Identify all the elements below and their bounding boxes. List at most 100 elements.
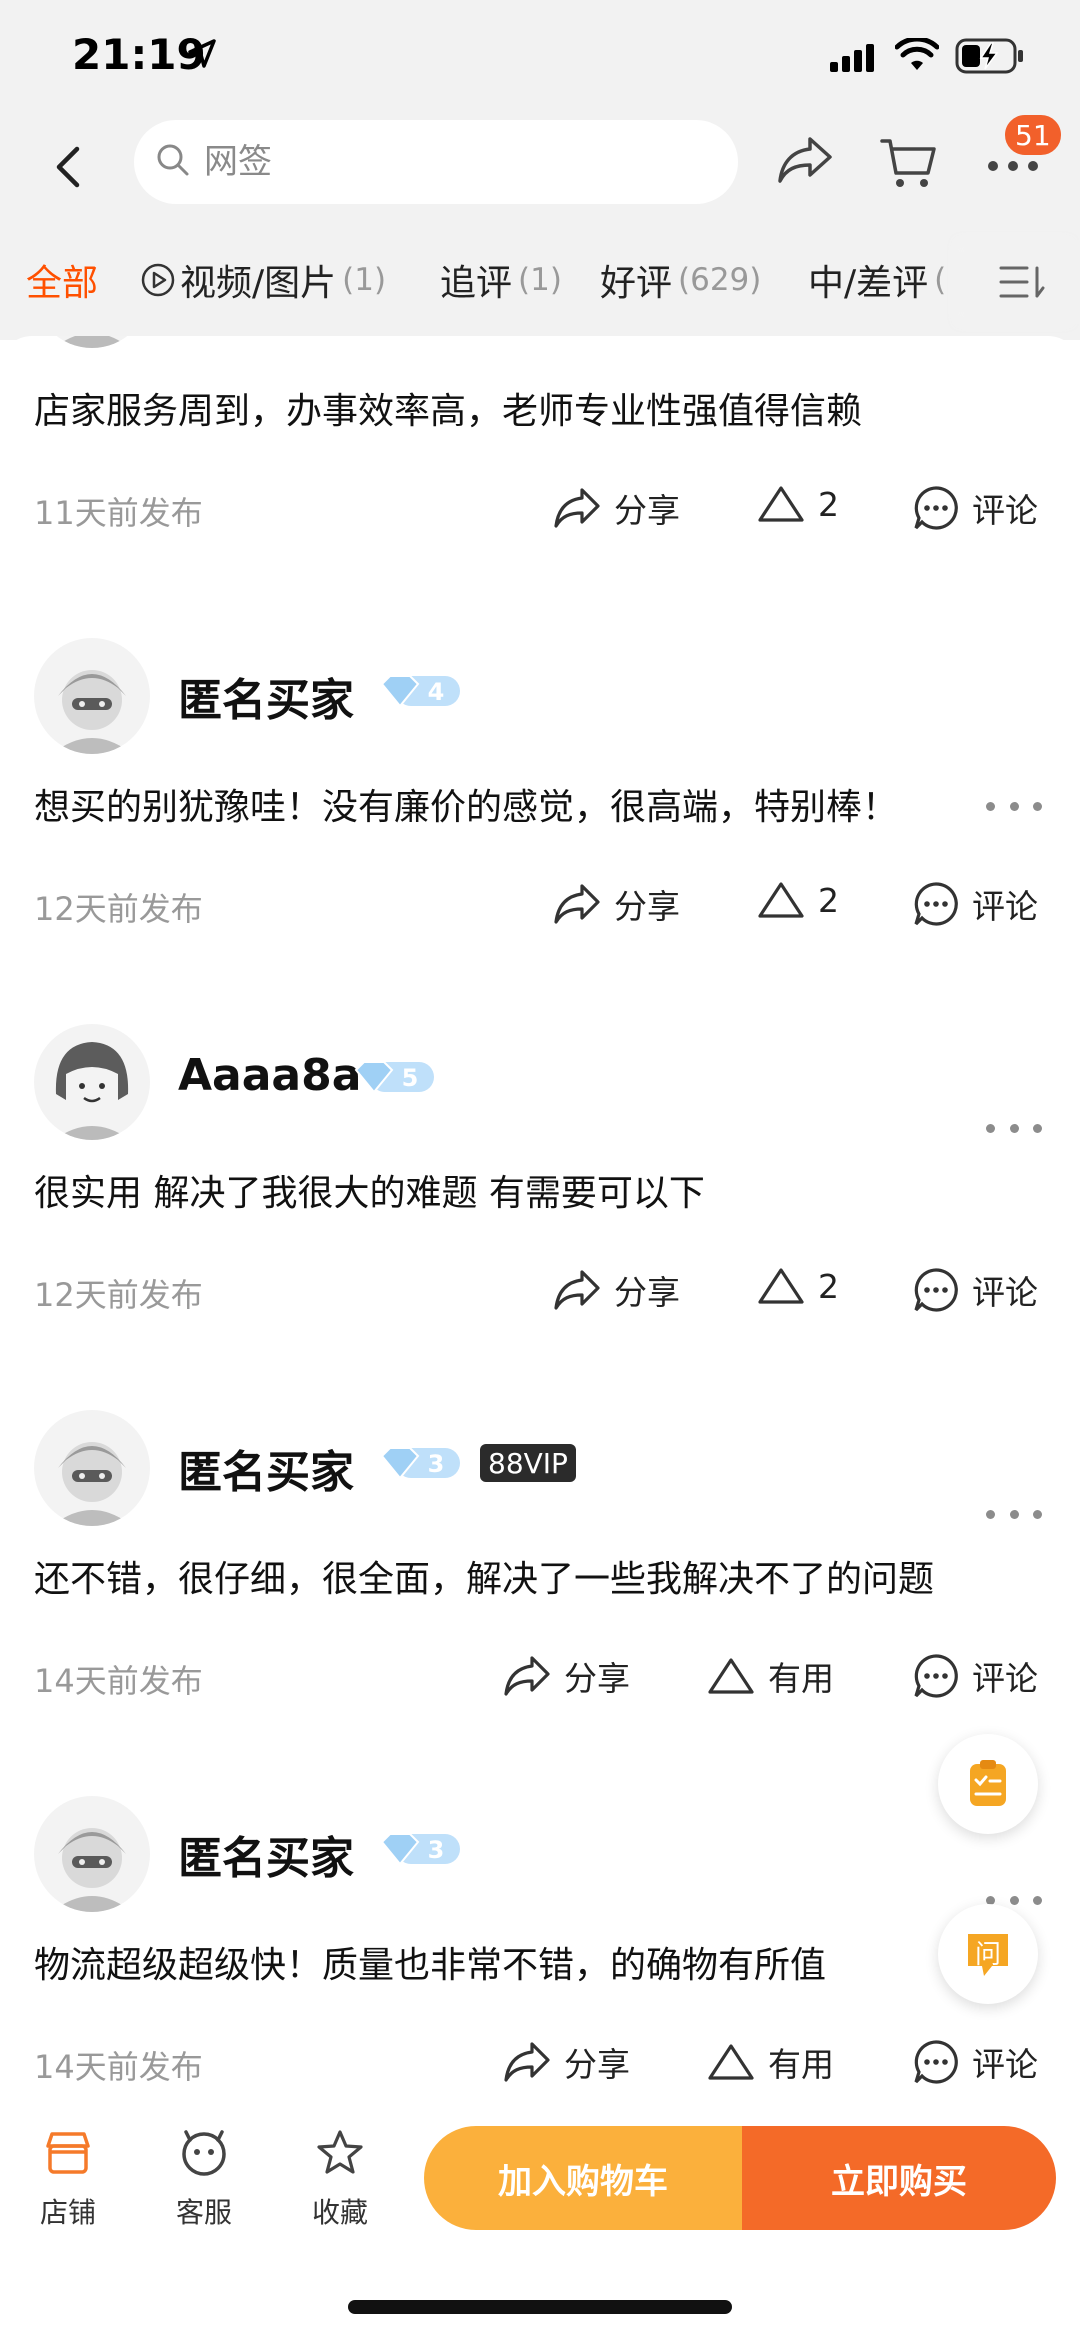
svg-text:3: 3 — [428, 1450, 445, 1478]
reviewer-name: 匿名买家 — [178, 675, 354, 726]
review-text: 物流超级超级快！质量也非常不错，的确物有所值 — [34, 1945, 827, 1986]
tab-neutral-negative[interactable]: 中/差评 ( — [808, 254, 946, 306]
review-more-button[interactable] — [986, 1118, 1042, 1138]
favorite-label: 收藏 — [311, 2196, 368, 2229]
triangle-up-icon — [758, 882, 804, 918]
review-text: 很实用 解决了我很大的难题 有需要可以下 — [34, 1173, 705, 1214]
svg-text:4: 4 — [428, 678, 445, 706]
comment-icon — [914, 1268, 958, 1312]
comment-icon — [914, 1654, 958, 1698]
review-filter-tabs: 全部 视频/图片 (1) 追评 (1) 好评 (629) 中/差评 ( — [0, 240, 1080, 324]
message-count-badge: 51 — [1002, 112, 1064, 158]
shop-button[interactable]: 店铺 — [18, 2128, 118, 2231]
svg-text:5: 5 — [402, 1064, 419, 1092]
comment-button[interactable]: 评论 — [912, 1266, 1038, 1314]
reviewer-name: 匿名买家 — [178, 1447, 354, 1498]
tab-video-image[interactable]: 视频/图片 (1) — [140, 254, 386, 306]
avatar — [34, 1024, 150, 1140]
tab-all[interactable]: 全部 — [26, 254, 98, 306]
filter-list-icon — [999, 266, 1045, 298]
status-bar: 21:19 — [0, 0, 1080, 120]
diamond-icon: 3 — [380, 1447, 460, 1480]
location-arrow-icon — [186, 38, 218, 74]
share-button[interactable] — [776, 135, 834, 189]
review-text: 想买的别犹豫哇！没有廉价的感觉，很高端，特别棒！ — [34, 787, 899, 828]
useful-button[interactable]: 有用 — [706, 2038, 834, 2086]
review-text: 还不错，很仔细，很全面，解决了一些我解决不了的问题 — [34, 1559, 935, 1600]
shop-label: 店铺 — [39, 2196, 96, 2229]
shop-icon — [46, 2132, 90, 2174]
review-more-button[interactable] — [986, 1504, 1042, 1524]
star-icon — [317, 2130, 363, 2174]
cellular-signal-icon — [830, 44, 876, 76]
share-button[interactable]: 分享 — [552, 1266, 680, 1314]
buy-now-button[interactable]: 立即购买 — [742, 2126, 1056, 2230]
useful-button[interactable]: 有用 — [706, 1652, 834, 1700]
tab-positive[interactable]: 好评 (629) — [600, 254, 761, 306]
reviewer-name: Aaaa8a — [178, 1050, 362, 1101]
comment-icon — [914, 486, 958, 530]
review-date: 14天前发布 — [34, 2048, 203, 2086]
review-list: 店家服务周到，办事效率高，老师专业性强值得信赖 11天前发布 分享 2 评论 匿… — [0, 336, 1080, 2108]
favorite-button[interactable]: 收藏 — [290, 2128, 390, 2231]
search-box[interactable] — [134, 120, 738, 204]
home-indicator — [348, 2300, 732, 2314]
review-text: 店家服务周到，办事效率高，老师专业性强值得信赖 — [34, 391, 863, 432]
customer-service-button[interactable]: 客服 — [154, 2128, 254, 2231]
triangle-up-icon — [758, 486, 804, 522]
ask-question-float-button[interactable]: 问 — [938, 1904, 1038, 2004]
review-date: 12天前发布 — [34, 1276, 203, 1314]
member-level-badge: 5 — [352, 1058, 436, 1096]
diamond-icon: 3 — [380, 1833, 460, 1866]
checklist-float-button[interactable] — [938, 1734, 1038, 1834]
avatar — [34, 638, 150, 754]
filter-menu-button[interactable] — [964, 240, 1080, 324]
triangle-up-icon — [758, 1268, 804, 1304]
back-button[interactable] — [40, 135, 96, 199]
member-level-badge: 3 — [378, 1444, 462, 1482]
share-button[interactable]: 分享 — [552, 484, 680, 532]
share-icon — [778, 137, 832, 183]
comment-button[interactable]: 评论 — [912, 2038, 1038, 2086]
svg-text:3: 3 — [428, 1836, 445, 1864]
share-icon — [554, 884, 600, 924]
tab-follow-up[interactable]: 追评 (1) — [440, 254, 562, 306]
cart-icon — [880, 139, 936, 187]
useful-button[interactable]: 2 — [756, 484, 839, 524]
comment-button[interactable]: 评论 — [912, 880, 1038, 928]
share-button[interactable]: 分享 — [502, 1652, 630, 1700]
customer-service-icon — [182, 2130, 226, 2176]
customer-service-label: 客服 — [175, 2196, 232, 2229]
useful-button[interactable]: 2 — [756, 1266, 839, 1306]
review-date: 14天前发布 — [34, 1662, 203, 1700]
share-icon — [554, 1270, 600, 1310]
avatar — [34, 1410, 150, 1526]
useful-button[interactable]: 2 — [756, 880, 839, 920]
review-date: 12天前发布 — [34, 890, 203, 928]
checklist-icon — [970, 1760, 1006, 1806]
member-level-badge: 3 — [378, 1830, 462, 1868]
share-button[interactable]: 分享 — [552, 880, 680, 928]
reviewer-name: 匿名买家 — [178, 1833, 354, 1884]
review-more-button[interactable] — [986, 796, 1042, 816]
vip-badge: 88VIP — [480, 1444, 576, 1482]
battery-charging-icon — [955, 38, 1025, 78]
share-button[interactable]: 分享 — [502, 2038, 630, 2086]
play-circle-icon — [141, 263, 175, 297]
share-icon — [504, 2042, 550, 2082]
cart-button[interactable] — [880, 135, 938, 195]
comment-button[interactable]: 评论 — [912, 1652, 1038, 1700]
member-level-badge: 4 — [378, 672, 462, 710]
avatar — [34, 1796, 150, 1912]
triangle-up-icon — [708, 2044, 754, 2080]
wifi-icon — [894, 36, 940, 76]
diamond-icon: 5 — [354, 1061, 434, 1094]
comment-button[interactable]: 评论 — [912, 484, 1038, 532]
comment-icon — [914, 2040, 958, 2084]
search-input[interactable] — [204, 142, 684, 182]
share-icon — [554, 488, 600, 528]
chevron-left-icon — [56, 146, 80, 188]
avatar — [34, 336, 150, 348]
add-to-cart-button[interactable]: 加入购物车 — [424, 2126, 742, 2230]
review-date: 11天前发布 — [34, 494, 203, 532]
